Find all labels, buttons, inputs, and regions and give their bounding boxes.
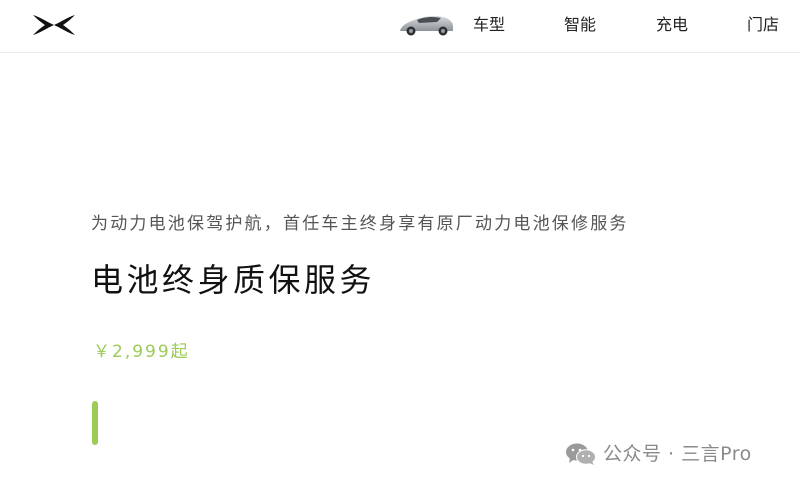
- wechat-watermark: 公众号 · 三言Pro: [565, 441, 752, 467]
- accent-bar: [92, 401, 98, 445]
- hero-title: 电池终身质保服务: [91, 261, 376, 299]
- nav-item-smart[interactable]: 智能: [564, 14, 596, 36]
- xpeng-x-logo-icon[interactable]: [32, 13, 76, 37]
- nav-item-charging[interactable]: 充电: [656, 14, 688, 36]
- top-navigation-bar: 车型 智能 充电 门店: [0, 0, 800, 53]
- nav-item-models[interactable]: 车型: [473, 14, 505, 36]
- hero-subtitle: 为动力电池保驾护航，首任车主终身享有原厂动力电池保修服务: [91, 214, 629, 234]
- wechat-icon: [566, 443, 596, 465]
- watermark-text: 公众号 · 三言Pro: [603, 443, 752, 465]
- nav-item-stores[interactable]: 门店: [747, 14, 779, 36]
- car-thumbnail-icon[interactable]: [397, 8, 455, 40]
- price-label: ￥2,999起: [93, 342, 190, 362]
